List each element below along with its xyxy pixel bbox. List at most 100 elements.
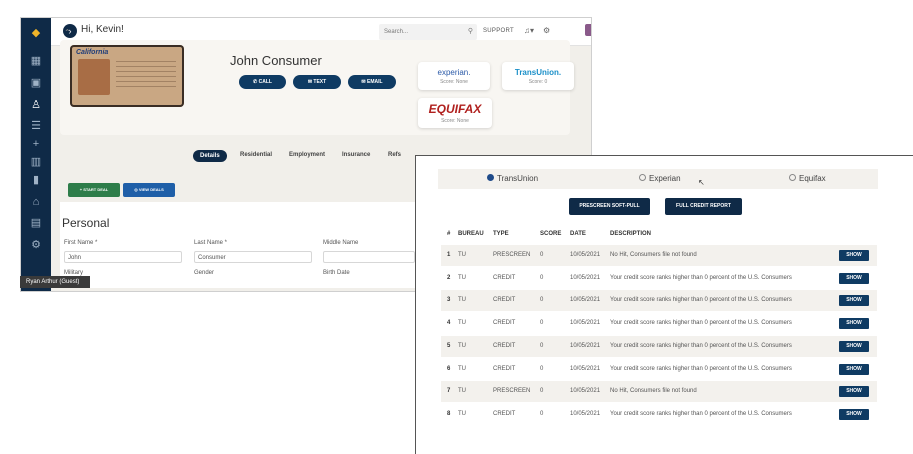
sidebar: ◆ ▦ ▣ ♙ ☰ + ▥ ▮ ⌂ ▤ ⚙ <box>21 18 51 291</box>
cell-description: Your credit score ranks higher than 0 pe… <box>610 365 792 372</box>
header-bureau: BUREAU <box>458 231 484 237</box>
start-deal-label: START DEAL <box>83 187 109 192</box>
show-button[interactable]: SHOW <box>839 318 869 330</box>
support-link[interactable]: SUPPORT <box>483 28 514 34</box>
show-button[interactable]: SHOW <box>839 272 869 284</box>
middle-name-field[interactable] <box>323 251 415 263</box>
full-credit-report-button[interactable]: FULL CREDIT REPORT <box>665 198 742 215</box>
cell-score: 0 <box>540 320 544 327</box>
middle-name-label: Middle Name <box>323 240 359 246</box>
avatar[interactable] <box>585 24 591 36</box>
cell-description: Your credit score ranks higher than 0 pe… <box>610 274 792 281</box>
radio-icon <box>639 174 646 182</box>
briefcase-icon[interactable]: ▣ <box>21 74 51 92</box>
org-chart-icon[interactable]: ▤ <box>21 214 51 232</box>
cell-score: 0 <box>540 388 544 395</box>
personal-title: Personal <box>62 216 110 230</box>
email-button[interactable]: ✉ EMAIL <box>348 75 396 89</box>
radio-experian[interactable]: Experian <box>639 174 681 183</box>
cell-number: 4 <box>447 320 451 327</box>
show-button[interactable]: SHOW <box>839 386 869 398</box>
cell-bureau: TU <box>458 252 466 258</box>
list-icon[interactable]: ☰ <box>21 117 51 135</box>
header-description: DESCRIPTION <box>610 231 652 237</box>
show-button[interactable]: SHOW <box>839 340 869 352</box>
show-button[interactable]: SHOW <box>839 295 869 307</box>
experian-card[interactable]: experian. Score: None <box>418 62 490 90</box>
table-row: 1 TU PRESCREEN 0 10/05/2021 No Hit, Consumers… <box>441 245 877 266</box>
search-input[interactable]: Search... ⚲ <box>379 24 477 40</box>
tab-refs[interactable]: Refs <box>388 152 401 158</box>
bar-chart-icon[interactable]: ▮ <box>21 171 51 189</box>
header-number: # <box>447 231 451 237</box>
start-deal-button[interactable]: + START DEAL <box>68 183 120 197</box>
cell-score: 0 <box>540 365 544 372</box>
gear-icon[interactable]: ⚙ <box>543 26 550 35</box>
first-name-label: First Name * <box>64 240 98 246</box>
cell-bureau: TU <box>458 388 466 395</box>
cell-score: 0 <box>540 252 544 258</box>
cell-bureau: TU <box>458 320 466 327</box>
cell-date: 10/05/2021 <box>570 274 601 281</box>
cell-description: No Hit, Consumers file not found <box>610 252 697 258</box>
tab-details[interactable]: Details <box>193 150 227 162</box>
equifax-card[interactable]: EQUIFAX Score: None <box>418 98 492 128</box>
show-button[interactable]: SHOW <box>839 250 869 261</box>
cell-type: CREDIT <box>493 320 516 327</box>
cell-number: 2 <box>447 274 451 281</box>
plus-icon[interactable]: + <box>21 135 51 153</box>
search-icon: ⚲ <box>467 28 473 35</box>
settings-icon[interactable]: ⚙ <box>21 236 51 254</box>
table-row: 2 TU CREDIT 0 10/05/2021 Your credit score ra… <box>441 268 877 289</box>
view-deals-button[interactable]: ◎ VIEW DEALS <box>123 183 175 197</box>
gender-label: Gender <box>194 270 215 276</box>
cell-score: 0 <box>540 342 544 349</box>
cell-date: 10/05/2021 <box>570 388 601 395</box>
first-name-field[interactable]: John <box>64 251 182 263</box>
call-button[interactable]: ✆ CALL <box>239 75 286 89</box>
header-score: SCORE <box>540 231 562 237</box>
cell-bureau: TU <box>458 342 466 349</box>
show-button[interactable]: SHOW <box>839 363 869 375</box>
cell-bureau: TU <box>458 274 466 281</box>
radio-equifax[interactable]: Equifax <box>789 174 826 183</box>
search-placeholder: Search... <box>384 29 409 35</box>
license-text-lines <box>116 61 176 91</box>
tab-residential[interactable]: Residential <box>240 152 272 158</box>
bell-icon[interactable]: ♫▾ <box>524 26 534 35</box>
cell-score: 0 <box>540 297 544 304</box>
cell-type: PRESCREEN <box>493 388 531 395</box>
text-label: TEXT <box>313 79 327 85</box>
header-type: TYPE <box>493 231 509 237</box>
cell-number: 1 <box>447 252 451 258</box>
logo-icon[interactable]: ◆ <box>21 24 51 42</box>
last-name-field[interactable]: Consumer <box>194 251 312 263</box>
user-icon[interactable]: ♙ <box>21 96 51 114</box>
tab-insurance[interactable]: Insurance <box>342 152 370 158</box>
cell-bureau: TU <box>458 297 466 304</box>
radio-transunion[interactable]: TransUnion <box>487 174 538 183</box>
dashboard-icon[interactable]: ▦ <box>21 52 51 70</box>
mouse-cursor-icon: ↖ <box>698 178 705 187</box>
show-button[interactable]: SHOW <box>839 408 869 420</box>
radio-equifax-label: Equifax <box>799 174 826 183</box>
cell-type: CREDIT <box>493 410 516 417</box>
tab-employment[interactable]: Employment <box>289 152 325 158</box>
equifax-logo: EQUIFAX <box>428 102 482 116</box>
prescreen-soft-pull-button[interactable]: PRESCREEN SOFT-PULL <box>569 198 650 215</box>
radio-icon <box>789 174 796 182</box>
text-button[interactable]: ✉ TEXT <box>293 75 341 89</box>
drivers-license-image[interactable]: California <box>70 45 184 107</box>
tag-icon[interactable]: ⌂ <box>21 193 51 211</box>
cell-score: 0 <box>540 274 544 281</box>
user-status-label: Ryan Arthur (Guest) <box>20 276 90 288</box>
email-label: EMAIL <box>367 79 383 85</box>
grid-icon[interactable]: ▥ <box>21 153 51 171</box>
cell-number: 3 <box>447 297 451 304</box>
cell-number: 7 <box>447 388 451 395</box>
birth-date-label: Birth Date <box>323 270 350 276</box>
cell-description: Your credit score ranks higher than 0 pe… <box>610 410 792 417</box>
collapse-chevron-icon[interactable]: ⌃ <box>64 28 71 37</box>
transunion-card[interactable]: TransUnion. Score: 0 <box>502 62 574 90</box>
cell-date: 10/05/2021 <box>570 410 601 417</box>
